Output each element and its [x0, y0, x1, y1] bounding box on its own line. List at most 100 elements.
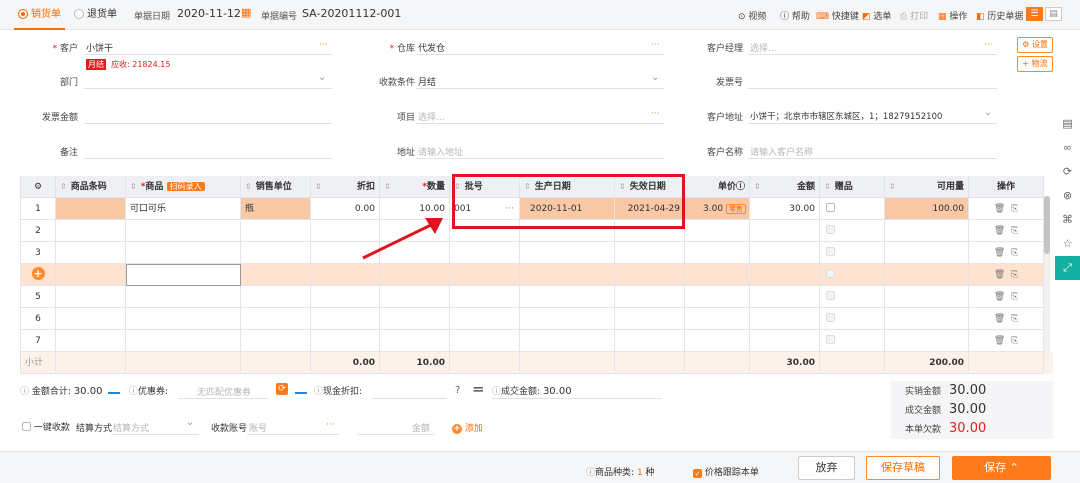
one-click-collect[interactable]: 一键收款 — [22, 420, 70, 433]
invoice-no-input[interactable] — [748, 88, 997, 89]
col-price[interactable]: 单价ⓘ — [685, 176, 750, 198]
settings-button[interactable]: ⚙ 设置 — [1017, 37, 1053, 53]
calendar-icon[interactable]: ▦ — [241, 6, 251, 19]
list-view-icon[interactable]: ☰ — [1026, 7, 1043, 21]
gift-checkbox[interactable] — [826, 291, 835, 300]
col-gift[interactable]: ⇕ 赠品 — [820, 176, 885, 198]
gift-checkbox[interactable] — [826, 269, 835, 278]
card-view-icon[interactable]: ▤ — [1045, 7, 1062, 21]
exp-date-cell[interactable] — [615, 330, 685, 352]
col-unit[interactable]: ⇕ 销售单位 — [241, 176, 311, 198]
batch-cell[interactable] — [450, 264, 520, 286]
price-cell[interactable] — [685, 220, 750, 242]
price-cell[interactable]: 3.00 零售 — [685, 198, 750, 220]
gift-checkbox[interactable] — [826, 335, 835, 344]
barcode-cell[interactable] — [56, 286, 126, 308]
delete-icon[interactable]: 🗑 — [994, 226, 1005, 236]
copy-icon[interactable]: ⎘ — [1011, 292, 1018, 302]
unit-cell[interactable] — [241, 308, 311, 330]
terms-dropdown-icon[interactable]: ⌄ — [651, 72, 659, 83]
unit-cell[interactable] — [241, 330, 311, 352]
barcode-cell[interactable] — [56, 198, 126, 220]
copy-icon[interactable]: ⎘ — [1011, 226, 1018, 236]
unit-cell[interactable] — [241, 286, 311, 308]
tab-sales[interactable]: 销货单 — [14, 0, 65, 30]
amount-cell[interactable] — [750, 286, 820, 308]
barcode-cell[interactable] — [56, 242, 126, 264]
project-input[interactable]: 选择... — [418, 110, 445, 123]
refresh-icon[interactable]: ⟳ — [1055, 160, 1080, 184]
discount-cell[interactable] — [311, 264, 380, 286]
batch-cell[interactable] — [450, 286, 520, 308]
gift-checkbox[interactable] — [826, 225, 835, 234]
dept-dropdown-icon[interactable]: ⌄ — [318, 72, 326, 83]
copy-icon[interactable]: ⎘ — [1011, 314, 1018, 324]
amount-cell[interactable] — [750, 242, 820, 264]
prod-date-cell[interactable] — [520, 264, 615, 286]
amount-cell[interactable] — [750, 220, 820, 242]
col-amount[interactable]: ⇕ 金额 — [750, 176, 820, 198]
table-scrollbar-thumb[interactable] — [1044, 196, 1050, 254]
invoice-amt-input[interactable] — [84, 123, 332, 124]
gift-cell[interactable] — [820, 264, 885, 286]
qty-cell[interactable] — [380, 286, 450, 308]
barcode-cell[interactable] — [56, 220, 126, 242]
gift-cell[interactable] — [820, 330, 885, 352]
product-cell[interactable] — [126, 330, 241, 352]
barcode-cell[interactable] — [56, 264, 126, 286]
remark-input[interactable] — [84, 158, 332, 159]
document-icon[interactable]: ▤ — [1055, 112, 1080, 136]
terms-value[interactable]: 月结 — [418, 75, 436, 88]
gift-cell[interactable] — [820, 220, 885, 242]
star-icon[interactable]: ☆ — [1055, 232, 1080, 256]
customer-more-icon[interactable]: ··· — [319, 40, 328, 50]
exp-date-cell[interactable] — [615, 286, 685, 308]
prod-date-cell[interactable] — [520, 308, 615, 330]
account-input[interactable]: 账号 — [249, 421, 267, 434]
col-qty[interactable]: ⇕ *数量 — [380, 176, 450, 198]
delete-icon[interactable]: 🗑 — [994, 248, 1005, 258]
amount-input[interactable]: 金额 — [412, 421, 430, 434]
expand-icon[interactable]: ⤢ — [1055, 256, 1080, 280]
batch-cell[interactable] — [450, 308, 520, 330]
gift-checkbox[interactable] — [826, 247, 835, 256]
settle-dropdown-icon[interactable]: ⌄ — [186, 417, 194, 428]
save-draft-button[interactable]: 保存草稿 — [866, 456, 940, 480]
delete-icon[interactable]: 🗑 — [994, 292, 1005, 302]
discount-cell[interactable] — [311, 286, 380, 308]
qty-cell[interactable] — [380, 264, 450, 286]
gift-cell[interactable] — [820, 308, 885, 330]
shortcut-link[interactable]: ⌨ 快捷键 — [816, 9, 859, 22]
unit-cell[interactable] — [241, 264, 311, 286]
scan-entry-tag[interactable]: 扫码录入 — [166, 182, 205, 191]
cust-addr-dropdown-icon[interactable]: ⌄ — [984, 107, 992, 118]
price-cell[interactable] — [685, 308, 750, 330]
operate-link[interactable]: ▦ 操作 — [938, 9, 967, 22]
prod-date-cell[interactable] — [520, 286, 615, 308]
manager-more-icon[interactable]: ··· — [984, 40, 993, 50]
delete-icon[interactable]: 🗑 — [994, 204, 1005, 214]
exp-date-cell[interactable] — [615, 264, 685, 286]
print-link[interactable]: ⎙ 打印 — [900, 9, 928, 22]
add-row-cell[interactable]: + — [21, 264, 56, 286]
prod-date-cell[interactable] — [520, 330, 615, 352]
unit-cell[interactable]: 瓶 — [241, 198, 311, 220]
save-button[interactable]: 保存 ⌃ — [952, 456, 1051, 480]
price-cell[interactable] — [685, 330, 750, 352]
col-discount[interactable]: ⇕ 折扣 — [311, 176, 380, 198]
logistics-button[interactable]: + 物流 — [1017, 56, 1053, 72]
delete-icon[interactable]: 🗑 — [994, 314, 1005, 324]
exp-date-cell[interactable] — [615, 308, 685, 330]
cust-addr-value[interactable]: 小饼干；北京市市辖区东城区，1；18279152100 — [750, 110, 942, 122]
discount-cell[interactable] — [311, 330, 380, 352]
col-product[interactable]: ⇕ *商品 扫码录入 — [126, 176, 241, 198]
product-input[interactable] — [126, 264, 241, 286]
product-cell[interactable] — [126, 242, 241, 264]
gift-checkbox[interactable] — [826, 313, 835, 322]
price-cell[interactable] — [685, 242, 750, 264]
discount-cell[interactable] — [311, 308, 380, 330]
tag-icon[interactable]: ⊗ — [1055, 184, 1080, 208]
prod-date-cell[interactable] — [520, 242, 615, 264]
unit-cell[interactable] — [241, 220, 311, 242]
help-link[interactable]: ⓘ 帮助 — [780, 9, 810, 22]
